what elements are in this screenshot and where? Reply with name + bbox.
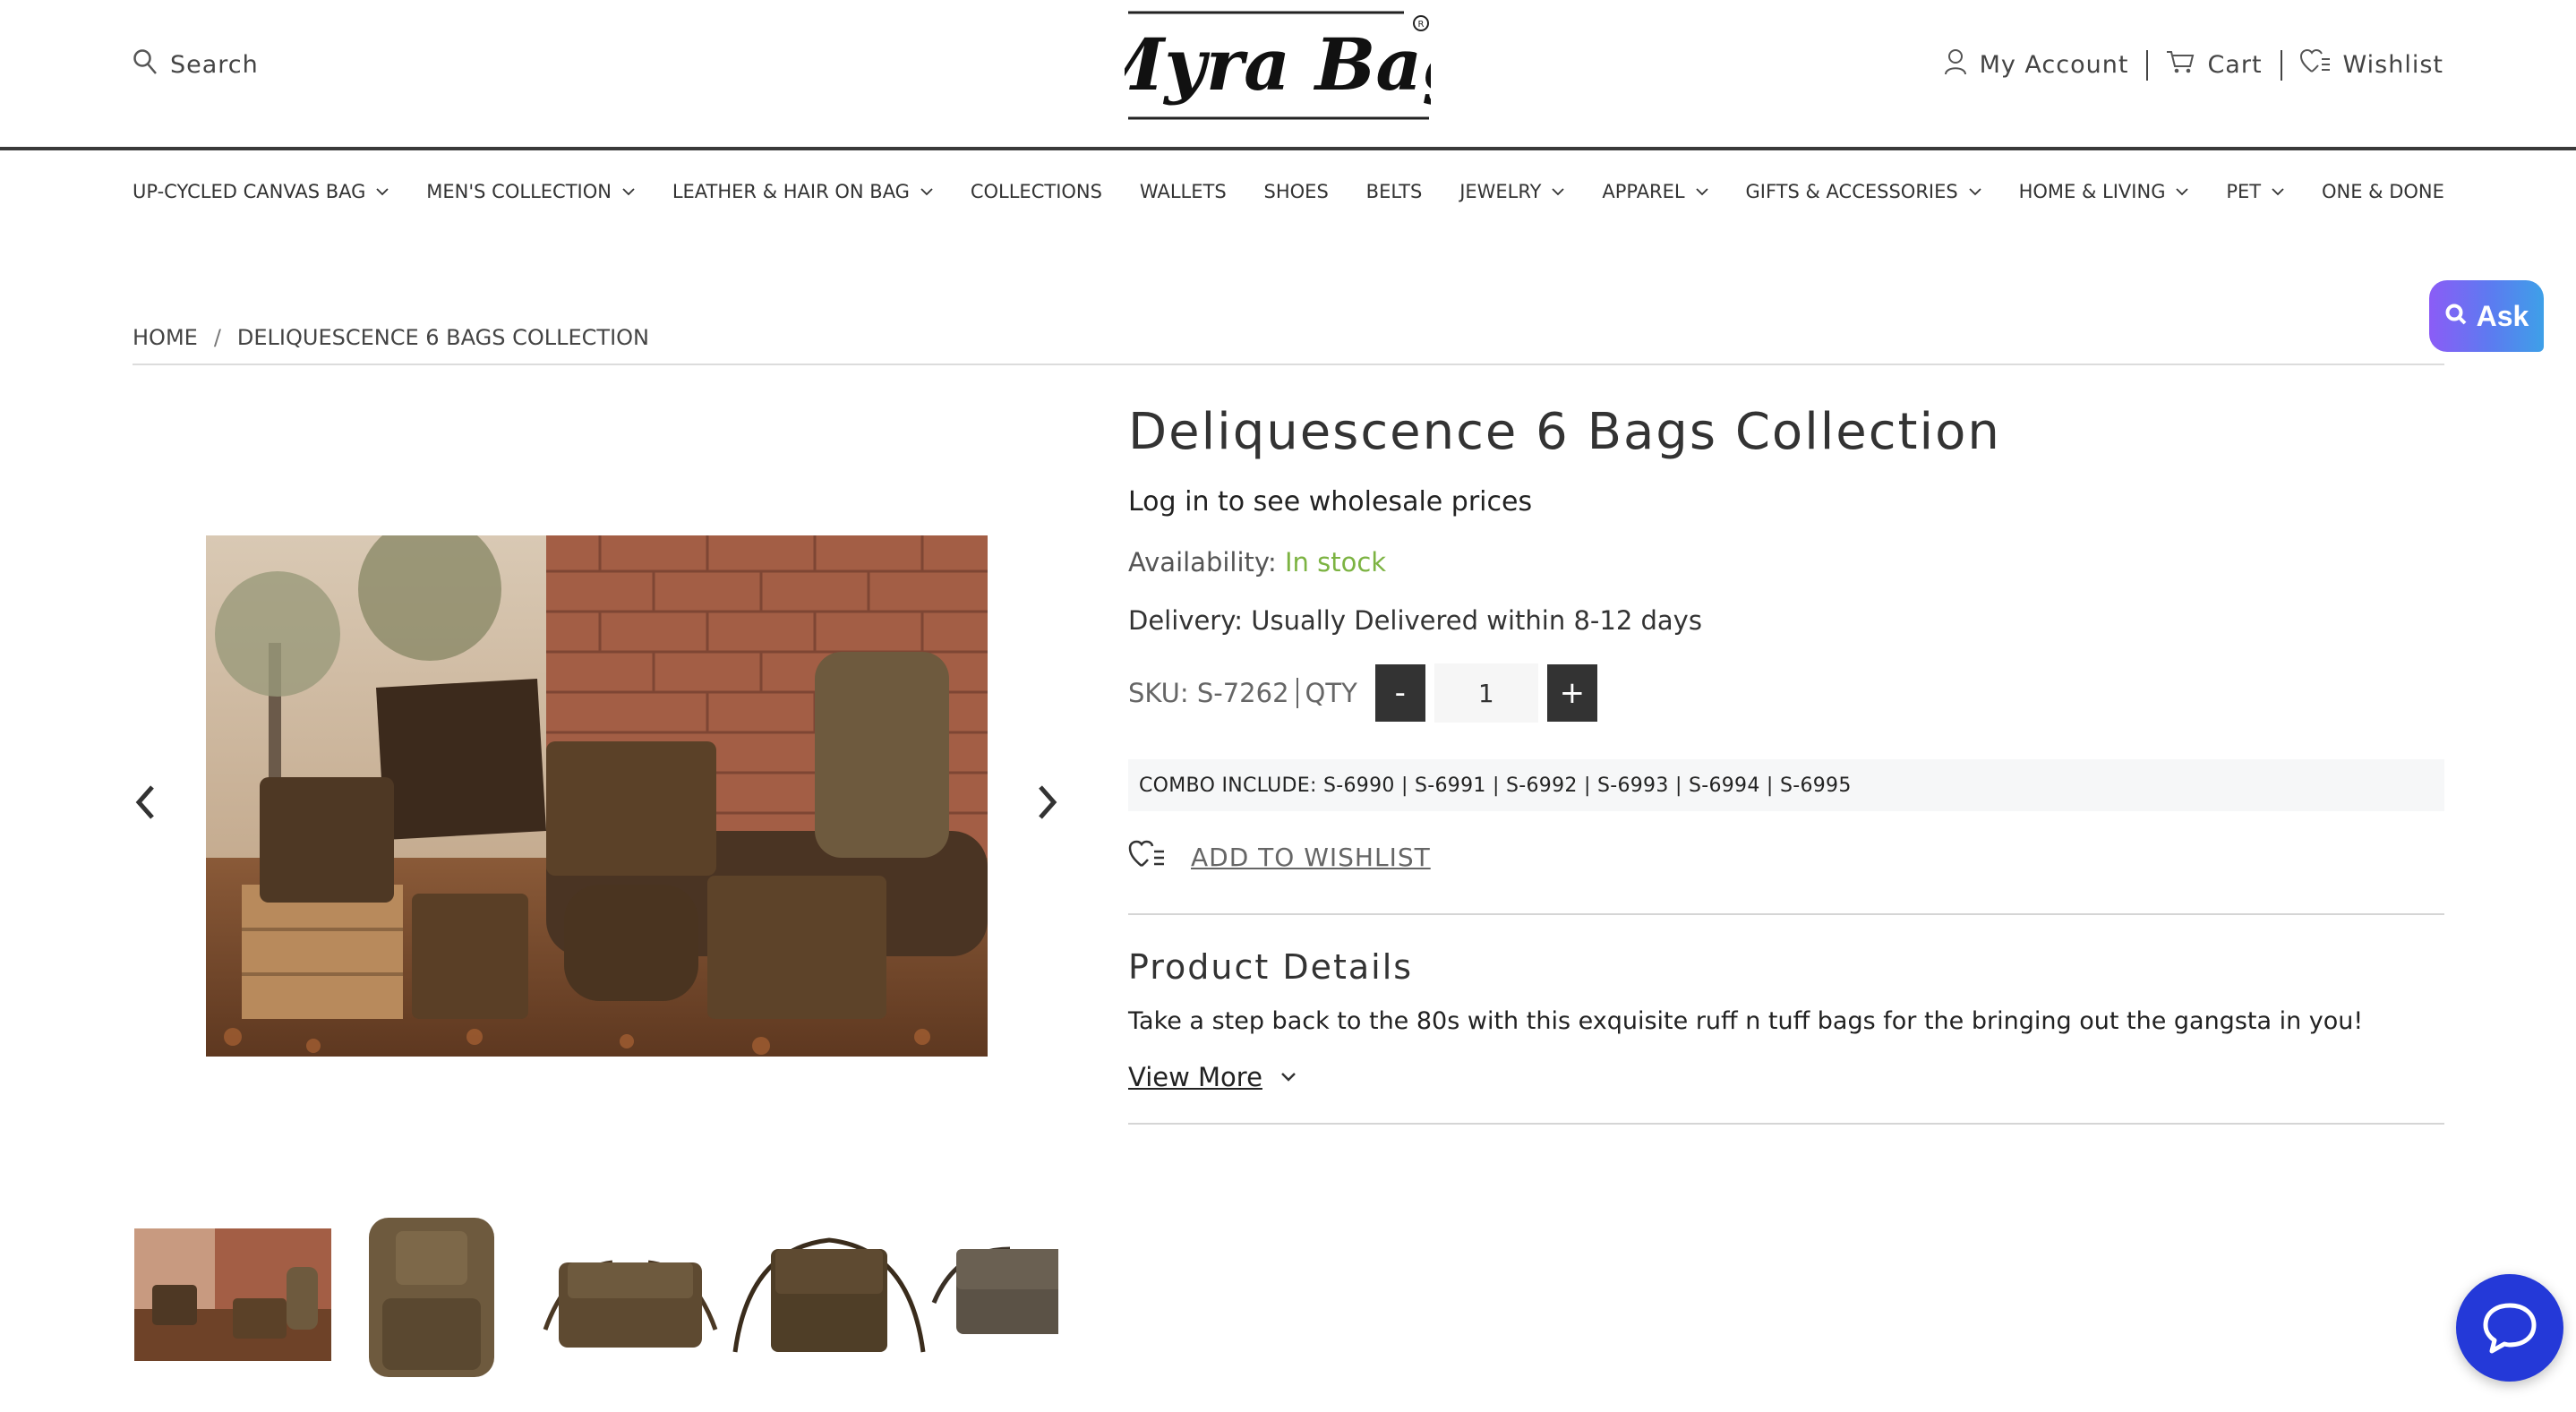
search-icon (133, 48, 158, 81)
site-logo[interactable]: R Myra Bag (1083, 9, 1472, 120)
nav-item-label: HOME & LIVING (2018, 181, 2166, 202)
qty-decrement-button[interactable]: - (1374, 664, 1425, 722)
divider (2280, 49, 2282, 81)
nav-item-belts[interactable]: BELTS (1366, 181, 1423, 202)
thumbnail-4[interactable] (731, 1213, 928, 1379)
cart-label: Cart (2207, 51, 2263, 79)
thumbnail-strip (134, 1213, 1058, 1379)
nav-item-wallets[interactable]: WALLETS (1140, 181, 1227, 202)
chevron-down-icon (1281, 1073, 1296, 1082)
cart-link[interactable]: Cart (2166, 49, 2262, 81)
chevron-right-icon (1039, 785, 1057, 819)
nav-item-label: WALLETS (1139, 181, 1227, 202)
qty-increment-button[interactable]: + (1546, 664, 1597, 722)
user-icon (1944, 48, 1967, 81)
availability: Availability: In stock (1128, 547, 1386, 578)
nav-item-gifts-accessories[interactable]: GIFTS & ACCESSORIES (1746, 181, 1981, 202)
nav-item-leather-hair-on-bag[interactable]: LEATHER & HAIR ON BAG (672, 181, 933, 202)
chevron-down-icon (376, 187, 389, 195)
nav-item-label: PET (2226, 181, 2262, 202)
wishlist-link[interactable]: Wishlist (2299, 48, 2443, 81)
cart-icon (2166, 49, 2195, 81)
chevron-left-icon (135, 785, 154, 819)
view-more-button[interactable]: View More (1128, 1062, 1297, 1092)
my-account-link[interactable]: My Account (1944, 48, 2129, 81)
divider (1128, 913, 2444, 915)
ask-label: Ask (2476, 299, 2529, 332)
main-nav: UP-CYCLED CANVAS BAG MEN'S COLLECTION LE… (133, 181, 2444, 202)
product-details-heading: Product Details (1128, 947, 1414, 987)
chevron-down-icon (2176, 187, 2189, 195)
thumbnail-3[interactable] (532, 1213, 729, 1379)
combo-include-text: COMBO INCLUDE: S-6990 | S-6991 | S-6992 … (1139, 774, 1852, 797)
search-label: Search (170, 51, 259, 79)
qty-input[interactable] (1433, 663, 1538, 723)
product-details-text: Take a step back to the 80s with this ex… (1128, 1007, 2364, 1035)
search-button[interactable]: Search (133, 48, 259, 81)
breadcrumb: HOME / DELIQUESCENCE 6 BAGS COLLECTION (133, 325, 649, 350)
gallery-prev-button[interactable] (127, 781, 163, 824)
view-more-label: View More (1128, 1062, 1262, 1092)
qty-label: QTY (1305, 678, 1357, 708)
nav-item-label: GIFTS & ACCESSORIES (1745, 181, 1958, 202)
thumbnail-5[interactable] (929, 1213, 1058, 1379)
chevron-down-icon (1695, 187, 1708, 195)
site-header: Search R Myra Bag My Account Cart (0, 0, 2576, 150)
delivery-info: Delivery: Usually Delivered within 8-12 … (1128, 605, 1702, 636)
nav-item-label: MEN'S COLLECTION (426, 181, 612, 202)
stock-status: In stock (1284, 547, 1387, 578)
logo-text: Myra Bag (1125, 22, 1431, 107)
chat-widget-button[interactable] (2456, 1274, 2563, 1382)
chat-bubble-icon (2483, 1303, 2537, 1354)
nav-item-home-living[interactable]: HOME & LIVING (2019, 181, 2189, 202)
availability-label: Availability: (1128, 547, 1277, 578)
add-to-wishlist-button[interactable]: ADD TO WISHLIST (1128, 840, 1431, 875)
divider (133, 364, 2444, 365)
search-icon (2444, 300, 2468, 333)
chevron-down-icon (920, 187, 933, 195)
breadcrumb-current: DELIQUESCENCE 6 BAGS COLLECTION (236, 325, 649, 350)
nav-item-label: ONE & DONE (2322, 181, 2444, 202)
breadcrumb-home-link[interactable]: HOME (133, 325, 198, 350)
chevron-down-icon (1969, 187, 1981, 195)
thumbnail-1[interactable] (134, 1213, 331, 1379)
add-to-wishlist-label: ADD TO WISHLIST (1191, 843, 1431, 872)
account-nav: My Account Cart Wishlist (1944, 48, 2443, 81)
nav-item-collections[interactable]: COLLECTIONS (971, 181, 1102, 202)
chevron-down-icon (622, 187, 635, 195)
nav-item-apparel[interactable]: APPAREL (1602, 181, 1708, 202)
chevron-down-icon (2272, 187, 2284, 195)
divider (1128, 1123, 2444, 1125)
ask-widget-button[interactable]: Ask (2429, 280, 2544, 352)
wishlist-label: Wishlist (2342, 51, 2443, 79)
nav-item-pet[interactable]: PET (2226, 181, 2284, 202)
divider (1296, 678, 1298, 708)
thumbnail-2[interactable] (333, 1213, 530, 1379)
combo-include-box: COMBO INCLUDE: S-6990 | S-6991 | S-6992 … (1128, 759, 2444, 811)
nav-item-label: COLLECTIONS (970, 181, 1102, 202)
divider (2146, 49, 2149, 81)
product-main-image[interactable] (206, 535, 988, 1057)
heart-list-icon (1128, 840, 1166, 875)
product-title: Deliquescence 6 Bags Collection (1128, 403, 2001, 461)
nav-item-label: LEATHER & HAIR ON BAG (672, 181, 910, 202)
nav-item-label: SHOES (1263, 181, 1329, 202)
nav-item-mens-collection[interactable]: MEN'S COLLECTION (426, 181, 635, 202)
nav-item-label: APPAREL (1602, 181, 1685, 202)
nav-item-one-and-done[interactable]: ONE & DONE (2322, 181, 2444, 202)
nav-item-label: BELTS (1365, 181, 1423, 202)
sku-qty-row: SKU: S-7262 QTY - + (1128, 663, 1597, 723)
heart-list-icon (2299, 48, 2331, 81)
breadcrumb-separator: / (213, 325, 221, 350)
my-account-label: My Account (1979, 51, 2129, 79)
nav-item-label: JEWELRY (1459, 181, 1542, 202)
gallery-next-button[interactable] (1030, 781, 1065, 824)
wholesale-price-note: Log in to see wholesale prices (1128, 486, 1533, 518)
nav-item-shoes[interactable]: SHOES (1264, 181, 1329, 202)
nav-item-label: UP-CYCLED CANVAS BAG (133, 181, 366, 202)
nav-item-jewelry[interactable]: JEWELRY (1459, 181, 1565, 202)
nav-item-up-cycled-canvas-bag[interactable]: UP-CYCLED CANVAS BAG (133, 181, 389, 202)
sku-value: SKU: S-7262 (1128, 678, 1289, 708)
chevron-down-icon (1552, 187, 1565, 195)
